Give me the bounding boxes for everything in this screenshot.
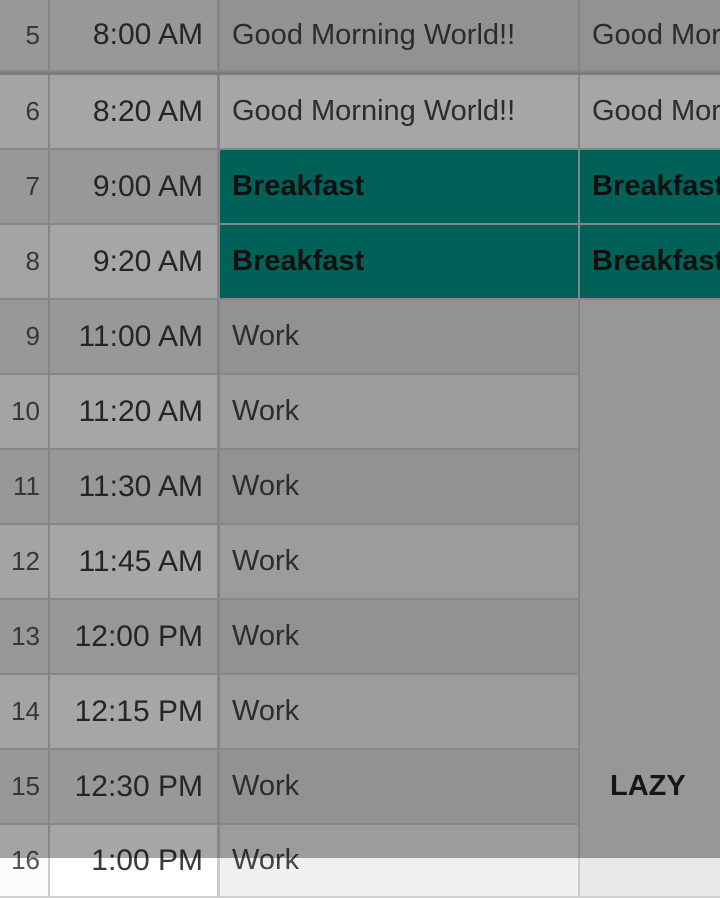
event-cell[interactable]: Good Mor [580, 75, 720, 150]
time-cell: 12:00 PM [50, 600, 220, 675]
event-cell-highlight[interactable]: Breakfast [220, 225, 580, 300]
schedule-row[interactable]: 12 11:45 AM Work [0, 525, 580, 600]
row-index: 10 [0, 375, 50, 450]
time-cell: 11:45 AM [50, 525, 220, 600]
schedule-row[interactable]: 7 9:00 AM Breakfast Breakfast [0, 150, 720, 225]
schedule-row[interactable]: 10 11:20 AM Work [0, 375, 580, 450]
event-cell[interactable]: Work [220, 450, 580, 525]
event-cell[interactable]: Work [220, 825, 580, 898]
event-cell-highlight[interactable]: Breakfast [580, 225, 720, 300]
time-cell: 12:15 PM [50, 675, 220, 750]
row-index: 7 [0, 150, 50, 225]
time-cell: 1:00 PM [50, 825, 220, 898]
row-index: 6 [0, 75, 50, 150]
event-cell[interactable]: Good Mor [580, 0, 720, 72]
row-index: 11 [0, 450, 50, 525]
event-cell-highlight[interactable]: Breakfast [580, 150, 720, 225]
time-cell: 8:20 AM [50, 75, 220, 150]
schedule-row[interactable]: 16 1:00 PM Work [0, 825, 580, 898]
event-cell[interactable]: Work [220, 300, 580, 375]
event-cell[interactable]: Work [220, 375, 580, 450]
schedule-row[interactable]: 11 11:30 AM Work [0, 450, 580, 525]
row-index: 5 [0, 0, 50, 72]
event-cell-highlight[interactable]: Breakfast [220, 150, 580, 225]
event-cell[interactable]: Work [220, 750, 580, 825]
row-index: 14 [0, 675, 50, 750]
event-cell[interactable]: Work [220, 600, 580, 675]
row-index: 15 [0, 750, 50, 825]
schedule-grid: 5 8:00 AM Good Morning World!! Good Mor … [0, 0, 720, 898]
time-cell: 11:30 AM [50, 450, 220, 525]
schedule-row[interactable]: 13 12:00 PM Work [0, 600, 580, 675]
time-cell: 9:20 AM [50, 225, 220, 300]
event-cell[interactable]: Good Morning World!! [220, 0, 580, 72]
time-cell: 11:00 AM [50, 300, 220, 375]
event-cell[interactable]: Work [220, 675, 580, 750]
schedule-row[interactable]: 5 8:00 AM Good Morning World!! Good Mor [0, 0, 720, 72]
time-cell: 9:00 AM [50, 150, 220, 225]
event-cell[interactable]: Good Morning World!! [220, 75, 580, 150]
merged-event-cell[interactable] [580, 300, 720, 750]
time-cell: 11:20 AM [50, 375, 220, 450]
row-index: 16 [0, 825, 50, 898]
row-index: 8 [0, 225, 50, 300]
event-cell[interactable]: Work [220, 525, 580, 600]
time-cell: 12:30 PM [50, 750, 220, 825]
schedule-row[interactable]: 14 12:15 PM Work [0, 675, 580, 750]
row-index: 9 [0, 300, 50, 375]
schedule-row[interactable]: 8 9:20 AM Breakfast Breakfast [0, 225, 720, 300]
time-cell: 8:00 AM [50, 0, 220, 72]
schedule-block: 9 11:00 AM Work 10 11:20 AM Work 11 11:3… [0, 300, 720, 898]
schedule-row[interactable]: 9 11:00 AM Work [0, 300, 580, 375]
row-index: 13 [0, 600, 50, 675]
row-index: 12 [0, 525, 50, 600]
schedule-row[interactable]: 6 8:20 AM Good Morning World!! Good Mor [0, 75, 720, 150]
merged-event-label[interactable]: LAZY [580, 750, 720, 898]
schedule-row[interactable]: 15 12:30 PM Work [0, 750, 580, 825]
